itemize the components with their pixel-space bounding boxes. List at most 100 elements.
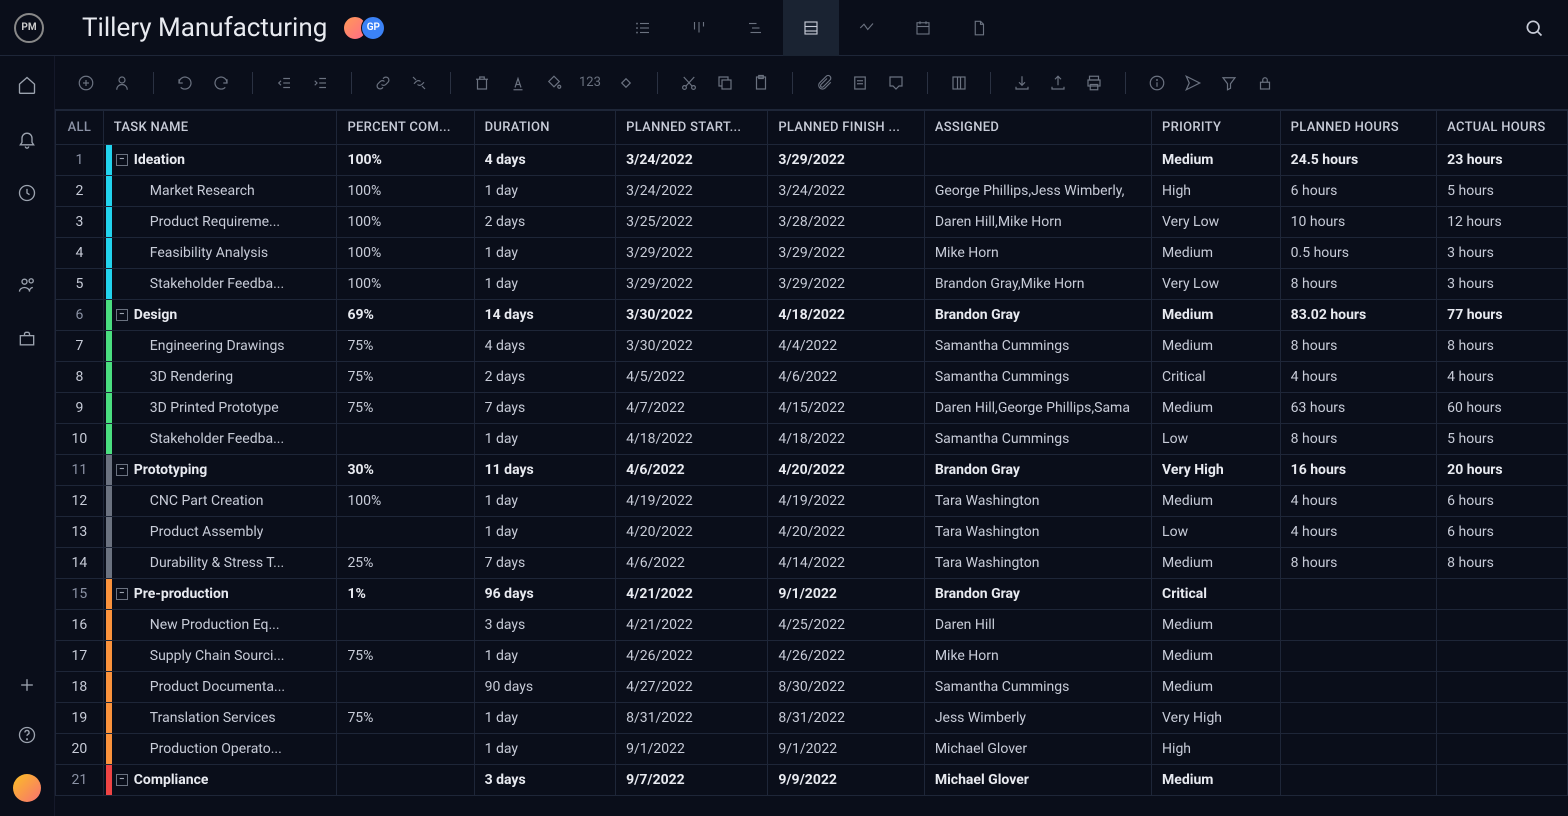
view-sheet-icon[interactable] <box>783 0 839 56</box>
assigned-cell[interactable]: Brandon Gray <box>924 455 1151 486</box>
view-calendar-icon[interactable] <box>895 0 951 56</box>
assigned-cell[interactable]: Michael Glover <box>924 734 1151 765</box>
assigned-cell[interactable]: Jess Wimberly <box>924 703 1151 734</box>
undo-button[interactable] <box>170 68 200 98</box>
note-button[interactable] <box>845 68 875 98</box>
col-start[interactable]: PLANNED START... <box>616 111 768 145</box>
col-duration[interactable]: DURATION <box>474 111 615 145</box>
row-number[interactable]: 21 <box>56 765 104 796</box>
col-actual-hours[interactable]: ACTUAL HOURS <box>1437 111 1568 145</box>
task-name-cell[interactable]: Market Research <box>103 176 337 207</box>
task-name-cell[interactable]: CNC Part Creation <box>103 486 337 517</box>
actual-hours-cell[interactable]: 12 hours <box>1437 207 1568 238</box>
col-percent[interactable]: PERCENT COM... <box>337 111 474 145</box>
start-cell[interactable]: 4/26/2022 <box>616 641 768 672</box>
table-row[interactable]: 83D Rendering75%2 days4/5/20224/6/2022Sa… <box>56 362 1568 393</box>
duration-cell[interactable]: 1 day <box>474 176 615 207</box>
assigned-cell[interactable]: Michael Glover <box>924 765 1151 796</box>
duration-cell[interactable]: 96 days <box>474 579 615 610</box>
duration-cell[interactable]: 4 days <box>474 331 615 362</box>
planned-hours-cell[interactable]: 16 hours <box>1280 455 1436 486</box>
collapse-toggle[interactable]: − <box>116 588 128 600</box>
start-cell[interactable]: 4/20/2022 <box>616 517 768 548</box>
start-cell[interactable]: 3/24/2022 <box>616 145 768 176</box>
row-number[interactable]: 18 <box>56 672 104 703</box>
planned-hours-cell[interactable]: 0.5 hours <box>1280 238 1436 269</box>
member-avatars[interactable]: GP <box>349 16 385 40</box>
bell-icon[interactable] <box>16 128 38 150</box>
table-row[interactable]: 19Translation Services75%1 day8/31/20228… <box>56 703 1568 734</box>
plus-icon[interactable] <box>16 674 38 696</box>
planned-hours-cell[interactable]: 4 hours <box>1280 517 1436 548</box>
actual-hours-cell[interactable] <box>1437 734 1568 765</box>
delete-button[interactable] <box>467 68 497 98</box>
col-taskname[interactable]: TASK NAME <box>103 111 337 145</box>
actual-hours-cell[interactable]: 60 hours <box>1437 393 1568 424</box>
priority-cell[interactable]: Medium <box>1152 672 1281 703</box>
percent-cell[interactable]: 75% <box>337 331 474 362</box>
outdent-button[interactable] <box>269 68 299 98</box>
priority-cell[interactable]: Medium <box>1152 548 1281 579</box>
table-row[interactable]: 7Engineering Drawings75%4 days3/30/20224… <box>56 331 1568 362</box>
task-name-cell[interactable]: 3D Rendering <box>103 362 337 393</box>
fill-color-button[interactable] <box>539 68 569 98</box>
actual-hours-cell[interactable]: 3 hours <box>1437 238 1568 269</box>
start-cell[interactable]: 4/6/2022 <box>616 548 768 579</box>
duration-cell[interactable]: 2 days <box>474 362 615 393</box>
priority-cell[interactable]: Very High <box>1152 455 1281 486</box>
col-planned-hours[interactable]: PLANNED HOURS <box>1280 111 1436 145</box>
table-row[interactable]: 10Stakeholder Feedba...1 day4/18/20224/1… <box>56 424 1568 455</box>
export-button[interactable] <box>1043 68 1073 98</box>
table-row[interactable]: 21−Compliance3 days9/7/20229/9/2022Micha… <box>56 765 1568 796</box>
col-priority[interactable]: PRIORITY <box>1152 111 1281 145</box>
duration-cell[interactable]: 1 day <box>474 641 615 672</box>
duration-cell[interactable]: 7 days <box>474 393 615 424</box>
planned-hours-cell[interactable] <box>1280 579 1436 610</box>
paste-button[interactable] <box>746 68 776 98</box>
actual-hours-cell[interactable]: 20 hours <box>1437 455 1568 486</box>
priority-cell[interactable]: Medium <box>1152 300 1281 331</box>
project-title[interactable]: Tillery Manufacturing <box>82 13 327 43</box>
lock-button[interactable] <box>1250 68 1280 98</box>
planned-hours-cell[interactable]: 8 hours <box>1280 269 1436 300</box>
actual-hours-cell[interactable] <box>1437 765 1568 796</box>
task-name-cell[interactable]: Durability & Stress T... <box>103 548 337 579</box>
actual-hours-cell[interactable] <box>1437 610 1568 641</box>
finish-cell[interactable]: 4/6/2022 <box>768 362 924 393</box>
col-all[interactable]: ALL <box>56 111 104 145</box>
table-row[interactable]: 1−Ideation100%4 days3/24/20223/29/2022Me… <box>56 145 1568 176</box>
send-button[interactable] <box>1178 68 1208 98</box>
table-row[interactable]: 4Feasibility Analysis100%1 day3/29/20223… <box>56 238 1568 269</box>
planned-hours-cell[interactable]: 4 hours <box>1280 486 1436 517</box>
duration-cell[interactable]: 1 day <box>474 703 615 734</box>
start-cell[interactable]: 4/6/2022 <box>616 455 768 486</box>
actual-hours-cell[interactable] <box>1437 672 1568 703</box>
finish-cell[interactable]: 9/1/2022 <box>768 579 924 610</box>
duration-cell[interactable]: 11 days <box>474 455 615 486</box>
assigned-cell[interactable]: Brandon Gray,Mike Horn <box>924 269 1151 300</box>
planned-hours-cell[interactable]: 6 hours <box>1280 176 1436 207</box>
row-number[interactable]: 4 <box>56 238 104 269</box>
actual-hours-cell[interactable]: 8 hours <box>1437 331 1568 362</box>
table-row[interactable]: 14Durability & Stress T...25%7 days4/6/2… <box>56 548 1568 579</box>
table-row[interactable]: 12CNC Part Creation100%1 day4/19/20224/1… <box>56 486 1568 517</box>
percent-cell[interactable]: 75% <box>337 703 474 734</box>
table-row[interactable]: 93D Printed Prototype75%7 days4/7/20224/… <box>56 393 1568 424</box>
row-number[interactable]: 1 <box>56 145 104 176</box>
table-row[interactable]: 13Product Assembly1 day4/20/20224/20/202… <box>56 517 1568 548</box>
row-number[interactable]: 17 <box>56 641 104 672</box>
percent-cell[interactable]: 75% <box>337 362 474 393</box>
app-logo[interactable]: PM <box>14 13 44 43</box>
priority-cell[interactable]: Medium <box>1152 238 1281 269</box>
finish-cell[interactable]: 3/29/2022 <box>768 145 924 176</box>
task-name-cell[interactable]: Product Documenta... <box>103 672 337 703</box>
assigned-cell[interactable]: Samantha Cummings <box>924 331 1151 362</box>
task-name-cell[interactable]: New Production Eq... <box>103 610 337 641</box>
comment-button[interactable] <box>881 68 911 98</box>
collapse-toggle[interactable]: − <box>116 309 128 321</box>
number-format-button[interactable]: 123 <box>575 75 605 90</box>
assigned-cell[interactable]: Tara Washington <box>924 548 1151 579</box>
assigned-cell[interactable]: Daren Hill <box>924 610 1151 641</box>
assigned-cell[interactable]: Tara Washington <box>924 486 1151 517</box>
finish-cell[interactable]: 8/30/2022 <box>768 672 924 703</box>
